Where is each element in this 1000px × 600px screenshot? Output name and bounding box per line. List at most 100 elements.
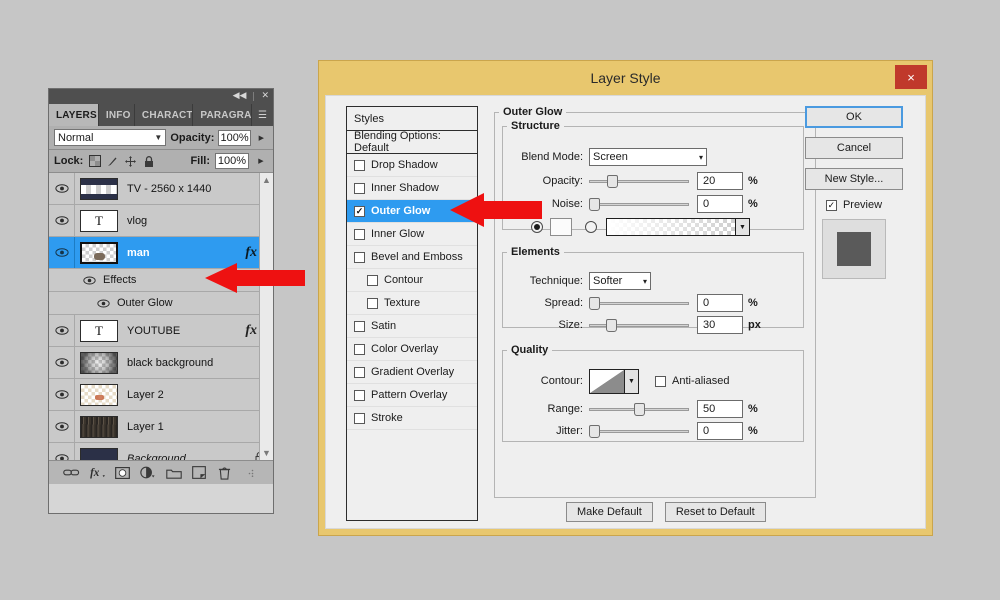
make-default-button[interactable]: Make Default	[566, 502, 653, 522]
jitter-input[interactable]: 0	[697, 422, 743, 440]
style-item-stroke[interactable]: Stroke	[347, 407, 477, 430]
opacity-scrubber-icon[interactable]: ▶	[255, 130, 268, 146]
layer-visibility-toggle[interactable]	[49, 379, 75, 410]
tab-info[interactable]: INFO	[99, 104, 135, 126]
style-item-bevel-and-emboss[interactable]: Bevel and Emboss	[347, 246, 477, 269]
preview-checkbox-row[interactable]: ✓ Preview	[805, 199, 903, 211]
fx-icon[interactable]: fx	[245, 323, 257, 339]
fx-icon[interactable]: fx	[89, 465, 106, 480]
spread-input[interactable]: 0	[697, 294, 743, 312]
checkbox-texture[interactable]	[367, 297, 378, 309]
tab-layers[interactable]: LAYERS	[49, 104, 99, 126]
close-icon[interactable]: ×	[895, 65, 927, 89]
radio-gradient[interactable]	[585, 221, 597, 233]
jitter-slider[interactable]	[589, 422, 689, 440]
size-input[interactable]: 30	[697, 316, 743, 334]
cancel-button[interactable]: Cancel	[805, 137, 903, 159]
range-input[interactable]: 50	[697, 400, 743, 418]
layer-row[interactable]: Layer 1	[49, 411, 273, 443]
lock-image-pixels-icon[interactable]	[106, 155, 119, 168]
reset-to-default-button[interactable]: Reset to Default	[664, 502, 766, 522]
layer-visibility-toggle[interactable]	[49, 315, 75, 346]
size-slider[interactable]	[589, 316, 689, 334]
tab-paragraph[interactable]: PARAGRA	[193, 104, 253, 126]
noise-input[interactable]: 0	[697, 195, 743, 213]
layer-row[interactable]: Layer 2	[49, 379, 273, 411]
fill-input[interactable]: 100%	[215, 153, 249, 169]
layer-visibility-toggle[interactable]	[49, 205, 75, 236]
style-item-color-overlay[interactable]: Color Overlay	[347, 338, 477, 361]
slider-knob[interactable]	[589, 197, 600, 211]
layer-visibility-toggle[interactable]	[49, 443, 75, 460]
spread-slider[interactable]	[589, 294, 689, 312]
layer-row[interactable]: black background	[49, 347, 273, 379]
style-item-contour[interactable]: Contour	[347, 269, 477, 292]
glow-color-swatch[interactable]	[550, 218, 572, 236]
contour-picker[interactable]: ▼	[589, 368, 639, 394]
checkbox-contour[interactable]	[367, 274, 378, 286]
checkbox-outer-glow[interactable]: ✓	[354, 205, 365, 217]
style-item-drop-shadow[interactable]: Drop Shadow	[347, 154, 477, 177]
opacity-input[interactable]: 20	[697, 172, 743, 190]
blending-options-item[interactable]: Blending Options: Default	[347, 130, 477, 154]
layer-effect-outer-glow[interactable]: Outer Glow	[49, 292, 273, 315]
layer-row[interactable]: T YOUTUBE fx ▼	[49, 315, 273, 347]
range-slider[interactable]	[589, 400, 689, 418]
effects-visibility-icon[interactable]	[83, 276, 96, 285]
noise-slider[interactable]	[589, 195, 689, 213]
lock-position-icon[interactable]	[124, 155, 137, 168]
blend-mode-select[interactable]: Screen ▾	[589, 148, 707, 166]
chevron-down-icon[interactable]: ▼	[736, 218, 750, 236]
checkbox-inner-shadow[interactable]	[354, 182, 365, 194]
new-layer-icon[interactable]	[191, 465, 208, 480]
checkbox-gradient-overlay[interactable]	[354, 366, 365, 378]
slider-knob[interactable]	[607, 174, 618, 188]
checkbox-drop-shadow[interactable]	[354, 159, 365, 171]
scroll-up-icon[interactable]: ▲	[262, 173, 271, 187]
tab-character[interactable]: CHARACT	[135, 104, 194, 126]
layers-scrollbar[interactable]: ▲ ▼	[259, 173, 273, 460]
lock-transparency-icon[interactable]	[88, 155, 101, 168]
style-item-texture[interactable]: Texture	[347, 292, 477, 315]
checkbox-color-overlay[interactable]	[354, 343, 365, 355]
checkbox-stroke[interactable]	[354, 412, 365, 424]
new-group-icon[interactable]	[165, 465, 182, 480]
effect-visibility-icon[interactable]	[97, 299, 110, 308]
slider-knob[interactable]	[589, 424, 600, 438]
close-icon[interactable]: ✕	[261, 92, 269, 101]
adjustment-layer-icon[interactable]	[140, 465, 157, 480]
fill-scrubber-icon[interactable]: ▶	[254, 153, 268, 169]
blend-mode-select[interactable]: Normal ▼	[54, 129, 167, 146]
glow-gradient-picker[interactable]: ▼	[606, 218, 750, 236]
style-item-pattern-overlay[interactable]: Pattern Overlay	[347, 384, 477, 407]
delete-layer-icon[interactable]	[216, 465, 233, 480]
technique-select[interactable]: Softer ▾	[589, 272, 651, 290]
checkbox-bevel-and-emboss[interactable]	[354, 251, 365, 263]
checkbox-anti-aliased[interactable]	[655, 375, 666, 387]
slider-knob[interactable]	[634, 402, 645, 416]
layer-visibility-toggle[interactable]	[49, 237, 75, 268]
layer-row[interactable]: T vlog	[49, 205, 273, 237]
layer-row-background[interactable]: Background	[49, 443, 273, 460]
layer-visibility-toggle[interactable]	[49, 173, 75, 204]
styles-header[interactable]: Styles	[347, 107, 477, 131]
ok-button[interactable]: OK	[805, 106, 903, 128]
new-style-button[interactable]: New Style...	[805, 168, 903, 190]
fx-icon[interactable]: fx	[245, 245, 257, 261]
style-item-satin[interactable]: Satin	[347, 315, 477, 338]
panel-menu-icon[interactable]: ☰	[252, 104, 273, 126]
slider-knob[interactable]	[589, 296, 600, 310]
link-icon[interactable]	[63, 465, 80, 480]
opacity-input[interactable]: 100%	[218, 129, 251, 146]
resize-grip-icon[interactable]	[242, 465, 259, 480]
checkbox-preview[interactable]: ✓	[825, 199, 837, 211]
layer-mask-icon[interactable]	[114, 465, 131, 480]
layer-row[interactable]: TV - 2560 x 1440	[49, 173, 273, 205]
layer-visibility-toggle[interactable]	[49, 347, 75, 378]
layer-visibility-toggle[interactable]	[49, 411, 75, 442]
slider-knob[interactable]	[606, 318, 617, 332]
lock-all-icon[interactable]	[142, 155, 155, 168]
checkbox-satin[interactable]	[354, 320, 365, 332]
opacity-slider[interactable]	[589, 172, 689, 190]
style-item-gradient-overlay[interactable]: Gradient Overlay	[347, 361, 477, 384]
